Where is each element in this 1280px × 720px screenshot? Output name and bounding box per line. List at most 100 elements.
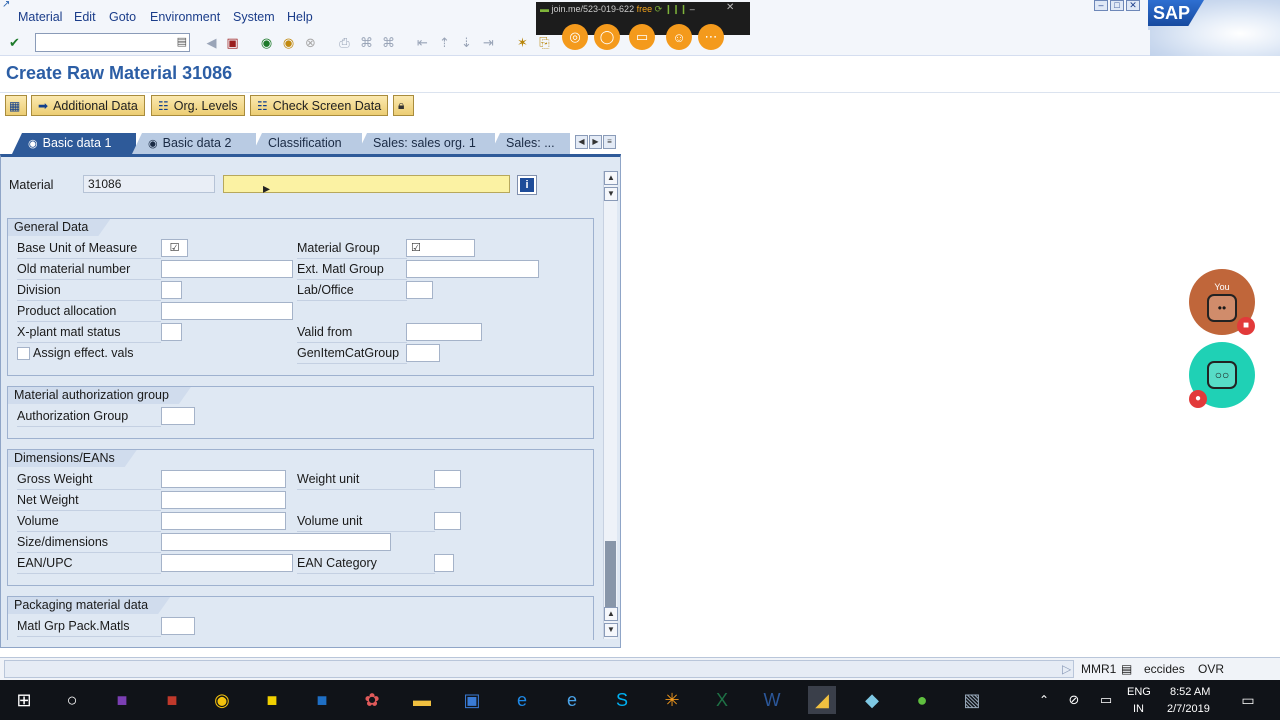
word-icon[interactable]: W bbox=[758, 686, 786, 714]
chat-app-icon[interactable]: ● bbox=[908, 686, 936, 714]
product-allocation-field[interactable] bbox=[161, 302, 293, 320]
maximize-button[interactable]: □ bbox=[1110, 0, 1124, 11]
xplant-status-field[interactable] bbox=[161, 323, 182, 341]
outlook-icon[interactable]: ■ bbox=[308, 686, 336, 714]
more-icon[interactable]: ⋯ bbox=[698, 24, 724, 50]
material-group-field[interactable]: ☑ bbox=[406, 239, 475, 257]
ean-upc-field[interactable] bbox=[161, 554, 293, 572]
scroll-down-icon[interactable]: ▼ bbox=[604, 623, 618, 637]
tab-list-icon[interactable]: ≡ bbox=[603, 135, 616, 149]
assign-effect-checkbox[interactable] bbox=[17, 347, 30, 360]
tab-sales-org-1[interactable]: Sales: sales org. 1 bbox=[357, 133, 495, 154]
additional-data-button[interactable]: ➡ Additional Data bbox=[31, 95, 145, 116]
check-screen-data-button[interactable]: ☷ Check Screen Data bbox=[250, 95, 389, 116]
vertical-scrollbar[interactable]: ▲ ▼ ▲ ▼ bbox=[603, 171, 618, 639]
command-dropdown-icon[interactable]: ▤ bbox=[177, 35, 187, 48]
find-icon[interactable]: ⌘ bbox=[357, 33, 376, 52]
command-field[interactable]: ▤ bbox=[35, 33, 190, 52]
participants-icon[interactable]: ☺ bbox=[666, 24, 692, 50]
net-weight-field[interactable] bbox=[161, 491, 286, 509]
chat-icon[interactable]: ◯ bbox=[594, 24, 620, 50]
tab-sales-more[interactable]: Sales: ... bbox=[490, 133, 570, 154]
app-icon-2[interactable]: ◆ bbox=[858, 686, 886, 714]
shortcut-icon[interactable]: ⎘ bbox=[535, 33, 554, 52]
region-code[interactable]: IN bbox=[1133, 703, 1144, 715]
back-icon[interactable]: ◉ bbox=[257, 33, 276, 52]
app-icon-3[interactable]: ▧ bbox=[958, 686, 986, 714]
tab-scroll-right-icon[interactable]: ▶ bbox=[589, 135, 602, 149]
onenote-icon[interactable]: ■ bbox=[108, 686, 136, 714]
previous-page-icon[interactable]: ⇡ bbox=[435, 33, 454, 52]
microphone-icon[interactable]: ◎ bbox=[562, 24, 588, 50]
old-material-number-field[interactable] bbox=[161, 260, 293, 278]
find-next-icon[interactable]: ⌘ bbox=[379, 33, 398, 52]
clock-date[interactable]: 2/7/2019 bbox=[1167, 703, 1210, 715]
menu-material[interactable]: Material bbox=[18, 10, 62, 24]
minimize-button[interactable]: – bbox=[1094, 0, 1108, 11]
paint-icon[interactable]: ✿ bbox=[358, 686, 386, 714]
gross-weight-field[interactable] bbox=[161, 470, 286, 488]
store-icon[interactable]: ▣ bbox=[458, 686, 486, 714]
weight-unit-field[interactable] bbox=[434, 470, 461, 488]
clock-time[interactable]: 8:52 AM bbox=[1170, 686, 1210, 698]
lab-office-field[interactable] bbox=[406, 281, 433, 299]
next-page-icon[interactable]: ⇣ bbox=[457, 33, 476, 52]
print-icon[interactable]: ⎙ bbox=[335, 33, 354, 52]
ean-category-field[interactable] bbox=[434, 554, 454, 572]
valid-from-field[interactable] bbox=[406, 323, 482, 341]
menu-environment[interactable]: Environment bbox=[150, 10, 220, 24]
scroll-down-icon[interactable]: ▼ bbox=[604, 187, 618, 201]
menu-help[interactable]: Help bbox=[287, 10, 313, 24]
menu-goto[interactable]: Goto bbox=[109, 10, 136, 24]
select-views-button[interactable]: ▦ bbox=[5, 95, 27, 116]
sticky-notes-icon[interactable]: ■ bbox=[258, 686, 286, 714]
joinme-icon[interactable]: ✳ bbox=[658, 686, 686, 714]
scrollbar-thumb[interactable] bbox=[605, 541, 616, 613]
size-dimensions-field[interactable] bbox=[161, 533, 391, 551]
search-icon[interactable]: ○ bbox=[58, 686, 86, 714]
scroll-up-icon[interactable]: ▲ bbox=[604, 171, 618, 185]
notifications-icon[interactable]: ▭ bbox=[1234, 686, 1262, 714]
excel-icon[interactable]: X bbox=[708, 686, 736, 714]
tab-classification[interactable]: Classification bbox=[252, 133, 362, 154]
menu-system[interactable]: System bbox=[233, 10, 275, 24]
app-icon[interactable]: ■ bbox=[158, 686, 186, 714]
sap-logon-icon[interactable]: ◢ bbox=[808, 686, 836, 714]
last-page-icon[interactable]: ⇥ bbox=[479, 33, 498, 52]
insert-mode[interactable]: OVR bbox=[1198, 662, 1224, 676]
save-icon[interactable]: ▣ bbox=[223, 33, 242, 52]
window-icon[interactable]: ↗ bbox=[2, 0, 16, 10]
internet-explorer-icon[interactable]: e bbox=[558, 686, 586, 714]
edge-icon[interactable]: e bbox=[508, 686, 536, 714]
new-session-icon[interactable]: ✶ bbox=[513, 33, 532, 52]
first-page-icon[interactable]: ⇤ bbox=[413, 33, 432, 52]
status-expand-icon[interactable]: ▷ bbox=[1062, 662, 1071, 676]
matl-grp-pack-field[interactable] bbox=[161, 617, 195, 635]
tab-basic-data-1[interactable]: ◉ Basic data 1 bbox=[12, 133, 136, 154]
skype-icon[interactable]: S bbox=[608, 686, 636, 714]
joinme-close-icon[interactable]: ✕ bbox=[726, 2, 734, 13]
close-button[interactable]: ✕ bbox=[1126, 0, 1140, 11]
file-explorer-icon[interactable]: ▬ bbox=[408, 686, 436, 714]
enter-icon[interactable]: ✔ bbox=[5, 33, 24, 52]
gen-item-cat-group-field[interactable] bbox=[406, 344, 440, 362]
base-uom-field[interactable]: ☑ bbox=[161, 239, 188, 257]
ext-matl-group-field[interactable] bbox=[406, 260, 539, 278]
volume-field[interactable] bbox=[161, 512, 286, 530]
info-button[interactable]: i bbox=[517, 175, 537, 195]
tab-basic-data-2[interactable]: ◉ Basic data 2 bbox=[132, 133, 256, 154]
exit-icon[interactable]: ◉ bbox=[279, 33, 298, 52]
division-field[interactable] bbox=[161, 281, 182, 299]
lock-button[interactable]: 🔒︎ bbox=[393, 95, 414, 116]
battery-icon[interactable]: ▭ bbox=[1092, 686, 1120, 714]
screen-share-icon[interactable]: ▭ bbox=[629, 24, 655, 50]
scroll-up-icon[interactable]: ▲ bbox=[604, 607, 618, 621]
tab-scroll-left-icon[interactable]: ◀ bbox=[575, 135, 588, 149]
volume-muted-icon[interactable]: ⊘ bbox=[1060, 686, 1088, 714]
windows-start-icon[interactable]: ⊞ bbox=[10, 686, 38, 714]
chevron-up-icon[interactable]: ⌃ bbox=[1030, 686, 1058, 714]
menu-edit[interactable]: Edit bbox=[74, 10, 96, 24]
cancel-icon[interactable]: ⊗ bbox=[301, 33, 320, 52]
volume-unit-field[interactable] bbox=[434, 512, 461, 530]
language-code[interactable]: ENG bbox=[1127, 686, 1151, 698]
